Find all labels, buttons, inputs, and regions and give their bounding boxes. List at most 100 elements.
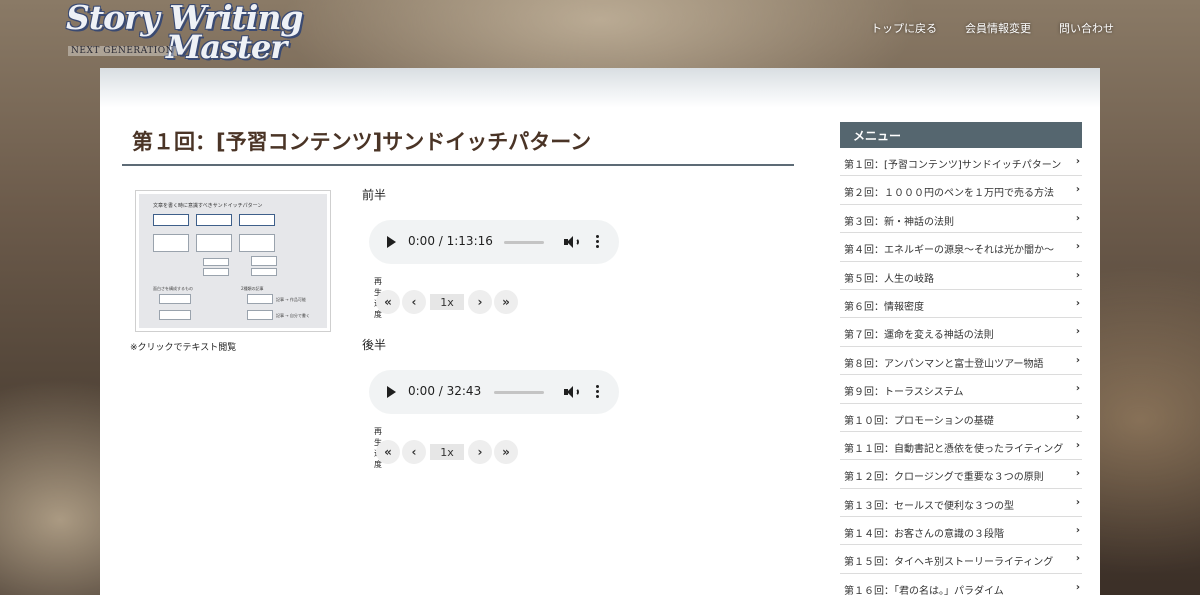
sidebar-item-label: 第１０回：プロモーションの基礎 bbox=[844, 415, 994, 427]
chevron-right-icon: › bbox=[1075, 354, 1080, 366]
thumbnail-box bbox=[159, 294, 191, 304]
sidebar-item[interactable]: 第１４回：お客さんの意識の３段階 › bbox=[840, 517, 1082, 546]
chevron-right-icon: › bbox=[1075, 581, 1080, 593]
sidebar-item-label: 第１回：[予習コンテンツ]サンドイッチパターン bbox=[844, 160, 1062, 171]
nav-link-contact[interactable]: 問い合わせ bbox=[1059, 20, 1114, 36]
sidebar-item[interactable]: 第８回：アンパンマンと富士登山ツアー物語 › bbox=[840, 347, 1082, 376]
thumbnail-box bbox=[239, 234, 275, 252]
speed-max-button[interactable]: » bbox=[494, 290, 518, 314]
sidebar-item[interactable]: 第１０回：プロモーションの基礎 › bbox=[840, 404, 1082, 432]
sidebar-item-label: 第１２回：クロージングで重要な３つの原則 bbox=[844, 472, 1044, 484]
speed-min-button[interactable]: « bbox=[376, 440, 400, 464]
speed-up-button[interactable]: › bbox=[468, 290, 492, 314]
speed-rate: 1x bbox=[430, 444, 464, 460]
thumbnail-box bbox=[159, 310, 191, 320]
audio-section-second-half: 後半 0:00 / 32:43 再生速度 « ‹ 1x › » bbox=[362, 336, 619, 469]
volume-icon[interactable] bbox=[563, 384, 579, 400]
thumbnail-box bbox=[153, 214, 189, 226]
sidebar-item[interactable]: 第７回：運命を変える神話の法則 › bbox=[840, 318, 1082, 347]
thumbnail-box bbox=[239, 214, 275, 226]
nav-link-member-info[interactable]: 会員情報変更 bbox=[965, 20, 1031, 36]
play-icon[interactable] bbox=[387, 386, 396, 398]
chevron-right-icon: › bbox=[1075, 212, 1080, 224]
sidebar-item-label: 第３回：新・神話の法則 bbox=[844, 216, 954, 228]
speed-up-button[interactable]: › bbox=[468, 440, 492, 464]
chevron-right-icon: › bbox=[1075, 156, 1080, 167]
sidebar-item-label: 第１４回：お客さんの意識の３段階 bbox=[844, 529, 1004, 541]
sidebar-item[interactable]: 第４回：エネルギーの源泉〜それは光か闇か〜 › bbox=[840, 233, 1082, 262]
thumbnail-note-2: 記事 → 自分で書く bbox=[276, 313, 310, 318]
chevron-right-icon: › bbox=[1075, 553, 1080, 565]
sidebar-item[interactable]: 第１５回：タイヘキ別ストーリーライティング › bbox=[840, 545, 1082, 574]
page-title: 第１回：[予習コンテンツ]サンドイッチパターン bbox=[122, 126, 794, 166]
site-header: Story Writing Master Club NEXT GENERATIO… bbox=[0, 0, 1200, 104]
sidebar-item[interactable]: 第３回：新・神話の法則 › bbox=[840, 205, 1082, 234]
speed-down-button[interactable]: ‹ bbox=[402, 440, 426, 464]
play-icon[interactable] bbox=[387, 236, 396, 248]
thumbnail-box bbox=[203, 268, 229, 276]
thumbnail-box bbox=[247, 294, 273, 304]
audio-player[interactable]: 0:00 / 1:13:16 bbox=[369, 220, 619, 264]
sidebar-item-label: 第９回：トーラスシステム bbox=[844, 387, 964, 399]
thumbnail-box bbox=[153, 234, 189, 252]
speed-max-button[interactable]: » bbox=[494, 440, 518, 464]
volume-icon[interactable] bbox=[563, 234, 579, 250]
sidebar-item-label: 第５回：人生の岐路 bbox=[844, 273, 934, 285]
audio-time: 0:00 / 1:13:16 bbox=[408, 234, 493, 248]
audio-player[interactable]: 0:00 / 32:43 bbox=[369, 370, 619, 414]
speed-rate: 1x bbox=[430, 294, 464, 310]
thumbnail-box bbox=[196, 234, 232, 252]
thumbnail-box bbox=[196, 214, 232, 226]
speed-min-button[interactable]: « bbox=[376, 290, 400, 314]
sidebar-title: メニュー bbox=[840, 122, 1082, 148]
thumbnail-box bbox=[203, 258, 229, 266]
sidebar-item[interactable]: 第９回：トーラスシステム › bbox=[840, 375, 1082, 404]
thumbnail-box bbox=[247, 310, 273, 320]
audio-label: 前半 bbox=[362, 188, 387, 202]
speed-controls: « ‹ 1x › » bbox=[376, 290, 518, 314]
sidebar-item-label: 第１１回：自動書記と憑依を使ったライティング bbox=[844, 443, 1064, 455]
chevron-right-icon: › bbox=[1075, 297, 1080, 309]
sidebar-item[interactable]: 第１６回：「君の名は。」パラダイム › bbox=[840, 574, 1082, 595]
thumbnail-box bbox=[251, 256, 277, 266]
thumbnail-right-heading: 2種類の記事 bbox=[241, 286, 264, 291]
audio-progress-track[interactable] bbox=[504, 241, 544, 244]
speed-down-button[interactable]: ‹ bbox=[402, 290, 426, 314]
sidebar-item-label: 第７回：運命を変える神話の法則 bbox=[844, 330, 994, 342]
sidebar-item[interactable]: 第２回：１０００円のペンを１万円で売る方法 › bbox=[840, 176, 1082, 205]
chevron-right-icon: › bbox=[1075, 326, 1080, 338]
sidebar-item-label: 第２回：１０００円のペンを１万円で売る方法 bbox=[844, 188, 1054, 200]
chevron-right-icon: › bbox=[1075, 496, 1080, 508]
text-thumbnail[interactable]: 文章を書く時に意識すべきサンドイッチパターン 面白さを構成するもの 2種類の記事… bbox=[135, 190, 331, 332]
speed-controls: « ‹ 1x › » bbox=[376, 440, 518, 464]
more-options-icon[interactable] bbox=[595, 234, 599, 250]
chevron-right-icon: › bbox=[1075, 439, 1080, 451]
thumbnail-caption: ※クリックでテキスト閲覧 bbox=[130, 343, 237, 353]
thumbnail-note-1: 記事 → 作品可能 bbox=[276, 297, 306, 302]
sidebar-item[interactable]: 第６回：情報密度 › bbox=[840, 290, 1082, 319]
thumbnail-image: 文章を書く時に意識すべきサンドイッチパターン 面白さを構成するもの 2種類の記事… bbox=[139, 194, 327, 328]
thumbnail-doc-title: 文章を書く時に意識すべきサンドイッチパターン bbox=[153, 203, 263, 209]
more-options-icon[interactable] bbox=[595, 384, 599, 400]
sidebar-menu-list: 第１回：[予習コンテンツ]サンドイッチパターン › 第２回：１０００円のペンを１万… bbox=[840, 148, 1082, 595]
panel-top-fade bbox=[100, 68, 1100, 108]
sidebar-item-label: 第６回：情報密度 bbox=[844, 301, 924, 313]
nav-link-top[interactable]: トップに戻る bbox=[871, 20, 937, 36]
thumbnail-left-heading: 面白さを構成するもの bbox=[153, 286, 193, 291]
chevron-right-icon: › bbox=[1075, 525, 1080, 537]
sidebar-item-label: 第１３回：セールスで便利な３つの型 bbox=[844, 500, 1014, 512]
sidebar-item[interactable]: 第１３回：セールスで便利な３つの型 › bbox=[840, 489, 1082, 518]
sidebar-item[interactable]: 第１２回：クロージングで重要な３つの原則 › bbox=[840, 460, 1082, 489]
top-nav: トップに戻る 会員情報変更 問い合わせ bbox=[871, 20, 1114, 36]
chevron-right-icon: › bbox=[1075, 241, 1080, 253]
sidebar-item[interactable]: 第１１回：自動書記と憑依を使ったライティング › bbox=[840, 432, 1082, 461]
audio-progress-track[interactable] bbox=[494, 391, 544, 394]
chevron-right-icon: › bbox=[1075, 269, 1080, 281]
content-panel: 第１回：[予習コンテンツ]サンドイッチパターン 文章を書く時に意識すべきサンドイ… bbox=[100, 68, 1100, 595]
logo-tagline: NEXT GENERATION bbox=[68, 46, 178, 56]
chevron-right-icon: › bbox=[1075, 184, 1080, 196]
audio-time: 0:00 / 32:43 bbox=[408, 384, 482, 398]
sidebar-item[interactable]: 第５回：人生の岐路 › bbox=[840, 262, 1082, 290]
site-logo[interactable]: Story Writing Master Club NEXT GENERATIO… bbox=[64, 0, 364, 104]
sidebar-item[interactable]: 第１回：[予習コンテンツ]サンドイッチパターン › bbox=[840, 148, 1082, 177]
